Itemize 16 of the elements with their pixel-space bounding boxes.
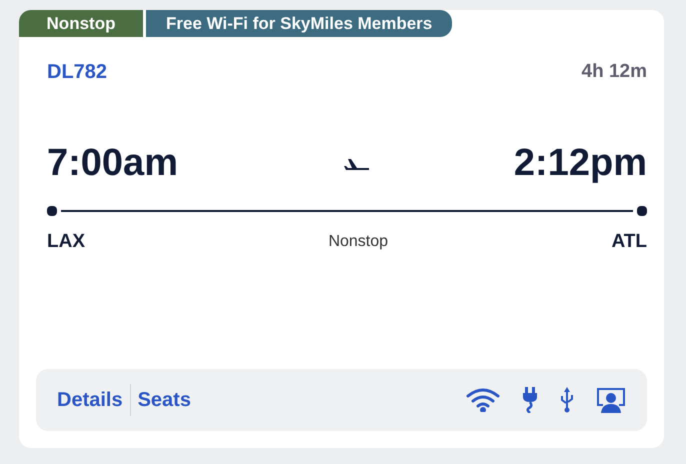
flight-duration: 4h 12m [582,60,647,84]
flight-number[interactable]: DL782 [47,57,108,87]
plane-icon [342,156,370,170]
wifi-icon [466,388,500,412]
flight-tag: Nonstop [19,10,143,37]
usb-icon [560,387,574,413]
arrival-time: 2:12pm [514,141,647,186]
seatback-screen-icon [596,387,626,413]
power-plug-icon [522,387,538,413]
flight-tag: Free Wi-Fi for SkyMiles Members [146,10,452,37]
stops-label: Nonstop [328,232,388,252]
departure-time: 7:00am [47,141,178,186]
link[interactable]: Seats [138,385,191,415]
origin-airport: LAX [47,230,85,254]
link[interactable]: Details [57,385,123,415]
destination-airport: ATL [611,230,647,254]
